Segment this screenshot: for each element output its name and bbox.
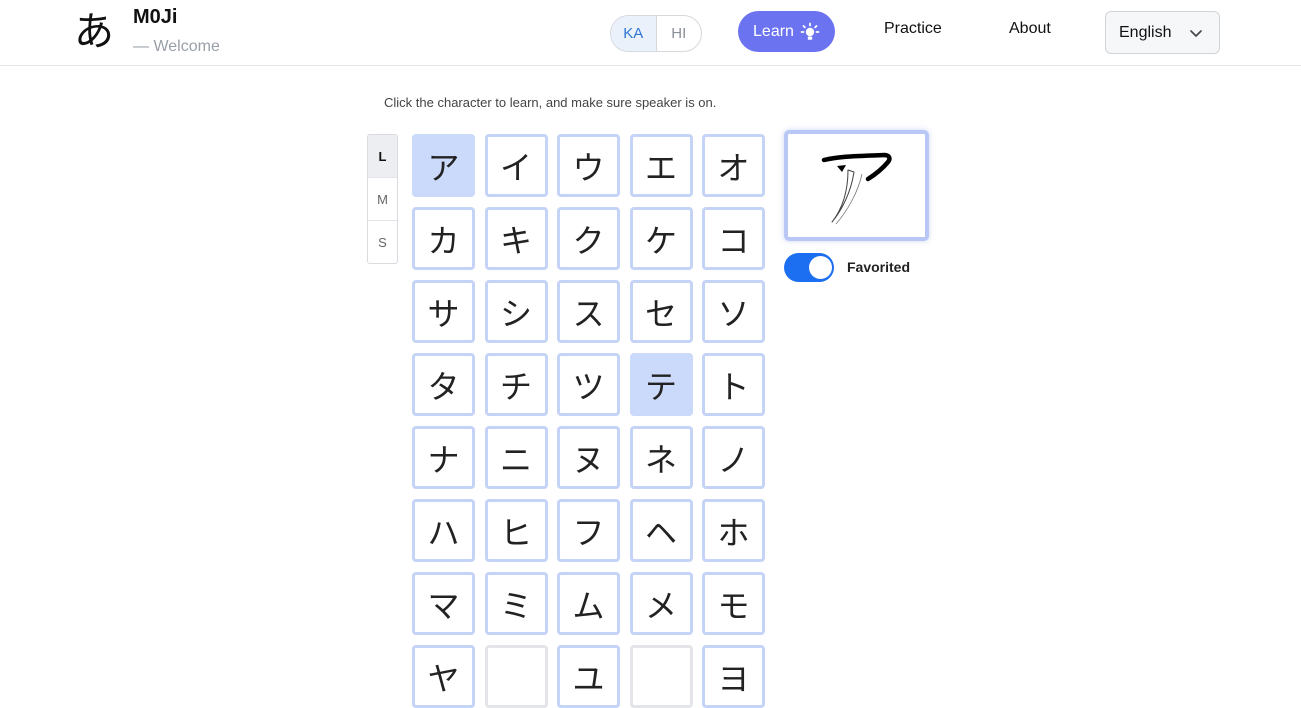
character-cell[interactable]: ム	[557, 572, 620, 635]
character-cell[interactable]: ヒ	[484, 499, 548, 562]
character-cell[interactable]: ミ	[484, 572, 548, 635]
favorited-label: Favorited	[847, 259, 911, 275]
stroke-preview-image	[821, 152, 892, 225]
character-cell[interactable]: ア	[412, 134, 475, 197]
logo-icon[interactable]: あ	[74, 6, 116, 58]
character-cell[interactable]: イ	[484, 134, 548, 197]
character-cell-empty	[629, 645, 693, 708]
character-cell[interactable]: ケ	[629, 207, 693, 270]
language-select-value: English	[1119, 23, 1172, 41]
character-cell-empty	[484, 645, 548, 708]
size-tab-medium[interactable]: M	[368, 178, 397, 221]
character-cell[interactable]: サ	[412, 280, 475, 343]
character-cell[interactable]: シ	[484, 280, 548, 343]
character-cell[interactable]: ヘ	[629, 499, 693, 562]
character-cell[interactable]: ツ	[557, 353, 620, 416]
nav-learn-button[interactable]: Learn	[738, 11, 835, 52]
character-cell[interactable]: ヌ	[557, 426, 620, 489]
character-cell[interactable]: ス	[557, 280, 620, 343]
instruction-text: Click the character to learn, and make s…	[384, 95, 717, 110]
character-cell[interactable]: ヤ	[412, 645, 475, 708]
character-cell[interactable]: ソ	[702, 280, 765, 343]
character-cell[interactable]: ニ	[484, 426, 548, 489]
script-hiragana-button[interactable]: HI	[657, 16, 702, 51]
nav-learn-label: Learn	[753, 22, 794, 40]
character-cell[interactable]: ヨ	[702, 645, 765, 708]
character-cell[interactable]: ノ	[702, 426, 765, 489]
lightbulb-icon	[800, 22, 820, 40]
character-cell[interactable]: ネ	[629, 426, 693, 489]
character-cell[interactable]: モ	[702, 572, 765, 635]
character-cell[interactable]: タ	[412, 353, 475, 416]
character-cell[interactable]: テ	[629, 353, 693, 416]
language-select[interactable]: English	[1105, 11, 1220, 54]
character-cell[interactable]: ナ	[412, 426, 475, 489]
script-toggle: KA HI	[610, 15, 702, 52]
character-cell[interactable]: メ	[629, 572, 693, 635]
top-bar: あ M0Ji — Welcome KA HI Learn Practice Ab…	[0, 0, 1301, 66]
app-title[interactable]: M0Ji	[133, 6, 177, 29]
script-katakana-button[interactable]: KA	[611, 16, 657, 51]
character-preview[interactable]	[784, 130, 929, 241]
character-cell[interactable]: セ	[629, 280, 693, 343]
character-cell[interactable]: チ	[484, 353, 548, 416]
size-tab-large[interactable]: L	[368, 135, 397, 178]
character-cell[interactable]: カ	[412, 207, 475, 270]
character-cell[interactable]: フ	[557, 499, 620, 562]
character-cell[interactable]: マ	[412, 572, 475, 635]
nav-about-link[interactable]: About	[1009, 20, 1051, 38]
character-cell[interactable]: コ	[702, 207, 765, 270]
size-tab-small[interactable]: S	[368, 221, 397, 263]
character-cell[interactable]: ホ	[702, 499, 765, 562]
page-subtitle: — Welcome	[133, 38, 220, 55]
character-cell[interactable]: ウ	[557, 134, 620, 197]
favorited-toggle[interactable]	[784, 253, 834, 282]
character-cell[interactable]: キ	[484, 207, 548, 270]
size-tabs: L M S	[367, 134, 398, 264]
character-grid: アイウエオカキクケコサシスセソタチツテトナニヌネノハヒフヘホマミムメモヤ ユ ヨ	[412, 134, 765, 708]
character-cell[interactable]: ク	[557, 207, 620, 270]
chevron-down-icon	[1190, 30, 1202, 37]
nav-practice-link[interactable]: Practice	[884, 20, 942, 38]
character-cell[interactable]: ト	[702, 353, 765, 416]
character-cell[interactable]: エ	[629, 134, 693, 197]
character-cell[interactable]: ユ	[557, 645, 620, 708]
character-cell[interactable]: オ	[702, 134, 765, 197]
character-cell[interactable]: ハ	[412, 499, 475, 562]
toggle-knob	[809, 256, 832, 279]
